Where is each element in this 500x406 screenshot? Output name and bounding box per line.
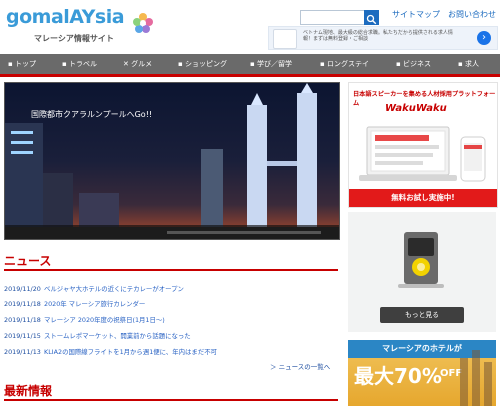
news-title-underline bbox=[4, 269, 338, 271]
flower-icon bbox=[133, 13, 153, 33]
see-more-button[interactable]: もっと見る bbox=[380, 307, 464, 323]
nav-label: トップ bbox=[14, 60, 36, 68]
hero-caption: 国際都市クアラルンプールへGo!! bbox=[31, 110, 153, 119]
search-button[interactable] bbox=[364, 10, 379, 25]
nav-item-longstay[interactable]: ▪ ロングステイ bbox=[320, 54, 369, 74]
news-title: ニュース bbox=[4, 254, 52, 268]
nav-item-study[interactable]: ▪ 学び／留学 bbox=[250, 54, 292, 74]
news-link[interactable]: KLIA2の国際線フライトを1月から週1便に、年内はまだ不可 bbox=[44, 345, 217, 359]
laptop-phone-image bbox=[359, 126, 486, 182]
ad-brand: WakuWaku bbox=[385, 103, 447, 114]
nav-item-jobs[interactable]: ▪ 求人 bbox=[458, 54, 479, 74]
news-date: 2019/11/15 bbox=[4, 332, 41, 340]
house-icon: ▪ bbox=[320, 60, 325, 68]
news-link[interactable]: 2020年 マレーシア旅行カレンダー bbox=[44, 297, 145, 311]
news-date: 2019/11/13 bbox=[4, 348, 41, 356]
slider-bar bbox=[5, 227, 339, 239]
news-more-link[interactable]: ＞ ニュースの一覧へ bbox=[270, 361, 330, 371]
logo-text: gomalAYsia bbox=[6, 6, 125, 28]
nav-item-shopping[interactable]: ▪ ショッピング bbox=[178, 54, 227, 74]
ad-text: ベトナム現地、最大級の総合求職。私たちだから提供される求人情報！まずは無料登録・… bbox=[303, 30, 453, 42]
ad3-off: OFF bbox=[440, 368, 463, 379]
latest-title: 最新情報 bbox=[4, 384, 53, 398]
nav-label: トラベル bbox=[68, 60, 97, 68]
news-link[interactable]: ベルジャヤ大ホテルの近くにテカレーがオープン bbox=[44, 282, 184, 296]
news-item[interactable]: 2019/11/20 ベルジャヤ大ホテルの近くにテカレーがオープン bbox=[4, 282, 338, 296]
travel-icon: ▪ bbox=[62, 60, 67, 68]
sidebar-ad-recruiting[interactable]: 日本語スピーカーを集める人材採用プラットフォーム WakuWaku 無料お試し実… bbox=[348, 82, 498, 208]
news-date: 2019/11/20 bbox=[4, 285, 41, 293]
bag-icon: ▪ bbox=[178, 60, 183, 68]
ad3-top-text: マレーシアのホテルが bbox=[348, 340, 496, 358]
ad-cta-button[interactable]: 無料お試し実施中! bbox=[349, 189, 497, 207]
news-section-header: ニュース bbox=[4, 252, 338, 271]
news-item[interactable]: 2019/11/13 KLIA2の国際線フライトを1月から週1便に、年内はまだ不… bbox=[4, 345, 338, 359]
nav-label: グルメ bbox=[131, 60, 153, 68]
news-link[interactable]: ストームレポマーケット、開業前から話題になった bbox=[44, 329, 191, 343]
briefcase-icon: ▪ bbox=[396, 60, 401, 68]
news-link[interactable]: マレーシア 2020年度の祝祭日(1月1日〜) bbox=[44, 313, 165, 327]
news-date: 2019/11/18 bbox=[4, 300, 41, 308]
chevron-right-icon[interactable]: › bbox=[477, 31, 491, 45]
search-icon bbox=[366, 14, 377, 25]
news-item[interactable]: 2019/11/18 2020年 マレーシア旅行カレンダー bbox=[4, 297, 338, 311]
hero-banner[interactable]: 国際都市クアラルンプールへGo!! bbox=[4, 82, 340, 240]
latest-title-underline bbox=[4, 399, 338, 401]
header: gomalAYsia マレーシア情報サイト サイトマップ お問い合わせ ベトナム… bbox=[0, 0, 500, 52]
contact-link[interactable]: お問い合わせ bbox=[448, 9, 496, 20]
nav-label: ロングステイ bbox=[326, 60, 369, 68]
home-icon: ▪ bbox=[8, 60, 13, 68]
sidebar-ad-hotel[interactable]: マレーシアのホテルが 最大70% OFF bbox=[348, 340, 496, 406]
logo-subtitle: マレーシア情報サイト bbox=[34, 34, 114, 43]
latest-section-header: 最新情報 bbox=[4, 382, 338, 401]
nav-label: ショッピング bbox=[184, 60, 227, 68]
nav-label: 学び／留学 bbox=[256, 60, 292, 68]
news-item[interactable]: 2019/11/15 ストームレポマーケット、開業前から話題になった bbox=[4, 329, 338, 343]
device-image bbox=[348, 212, 496, 302]
person-icon: ▪ bbox=[458, 60, 463, 68]
header-ad[interactable]: ベトナム現地、最大級の総合求職。私たちだから提供される求人情報！まずは無料登録・… bbox=[268, 26, 498, 50]
sidebar-ad-product[interactable]: もっと見る bbox=[348, 212, 496, 332]
sitemap-link[interactable]: サイトマップ bbox=[392, 9, 440, 20]
nav-item-business[interactable]: ▪ ビジネス bbox=[396, 54, 431, 74]
ad3-discount: 最大70% bbox=[354, 364, 442, 388]
news-item[interactable]: 2019/11/18 マレーシア 2020年度の祝祭日(1月1日〜) bbox=[4, 313, 338, 327]
nav-label: 求人 bbox=[464, 60, 479, 68]
main-nav: ▪ トップ ▪ トラベル ✕ グルメ ▪ ショッピング ▪ 学び／留学 ▪ ロン… bbox=[0, 54, 500, 77]
nav-item-gourmet[interactable]: ✕ グルメ bbox=[123, 54, 152, 74]
slider-track[interactable] bbox=[167, 231, 321, 234]
city-skyline-image bbox=[5, 83, 339, 239]
ad-logo bbox=[273, 29, 297, 49]
site-logo[interactable]: gomalAYsia マレーシア情報サイト bbox=[6, 6, 156, 48]
nav-label: ビジネス bbox=[402, 60, 431, 68]
nav-item-travel[interactable]: ▪ トラベル bbox=[62, 54, 97, 74]
news-date: 2019/11/18 bbox=[4, 316, 41, 324]
graduation-icon: ▪ bbox=[250, 60, 255, 68]
nav-item-top[interactable]: ▪ トップ bbox=[8, 54, 36, 74]
fork-knife-icon: ✕ bbox=[123, 60, 129, 68]
